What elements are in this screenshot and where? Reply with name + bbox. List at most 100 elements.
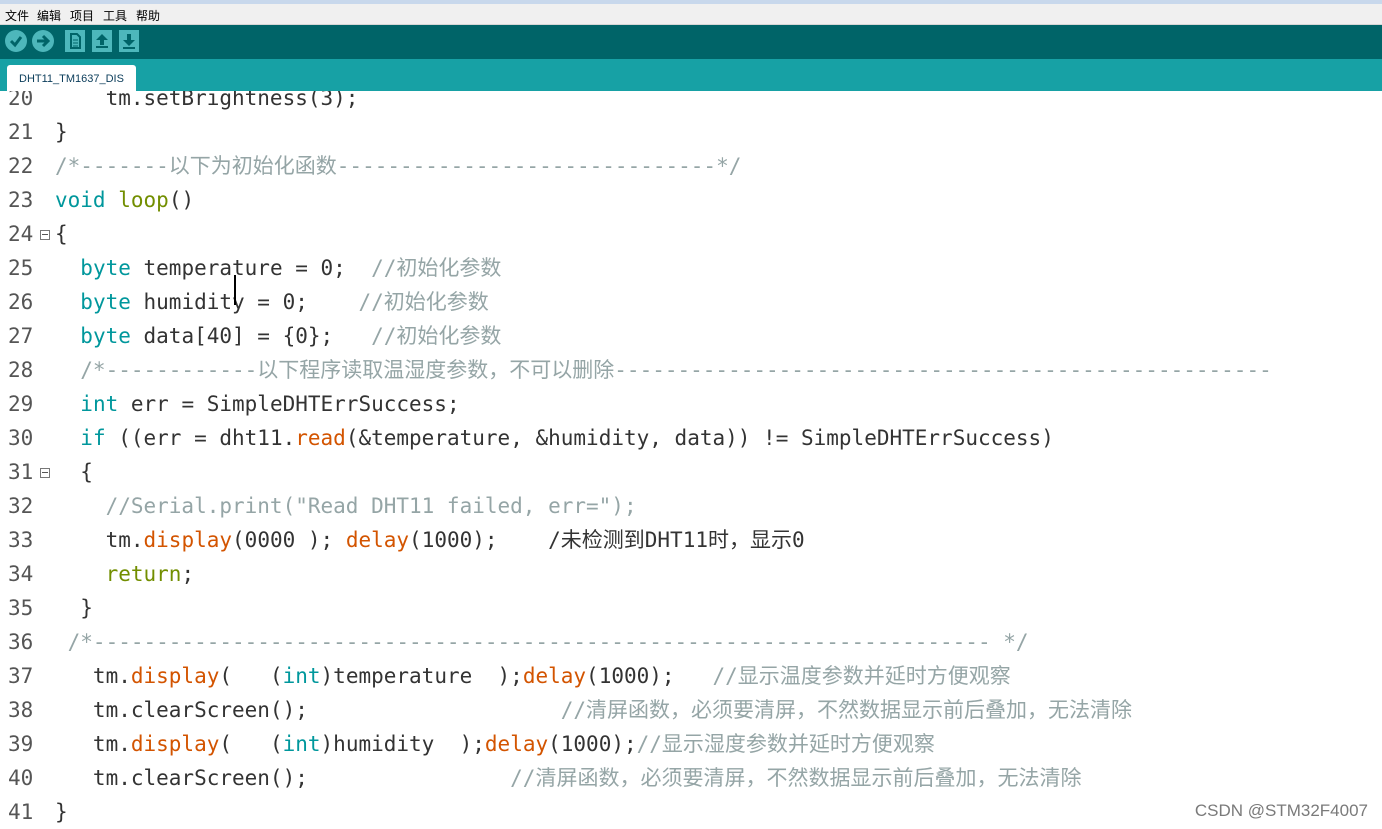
code-token: { [55, 460, 93, 484]
code-token: //初始化参数 [371, 256, 502, 280]
code-line[interactable]: byte humidity = 0; //初始化参数 [55, 285, 489, 319]
code-line[interactable]: if ((err = dht11.read(&temperature, &hum… [55, 421, 1054, 455]
menu-edit[interactable]: 编辑 [37, 7, 61, 24]
code-line[interactable]: int err = SimpleDHTErrSuccess; [55, 387, 460, 421]
code-line[interactable]: } [55, 115, 68, 149]
code-line[interactable]: } [55, 795, 68, 829]
code-token: int [80, 392, 119, 416]
code-line[interactable]: tm.display( (int)temperature );delay(100… [55, 659, 1011, 693]
line-number: 22 [8, 154, 34, 178]
code-token: //清屏函数，必须要清屏，不然数据显示前后叠加，无法清除 [560, 698, 1133, 722]
code-line[interactable]: tm.display( (int)humidity );delay(1000);… [55, 727, 935, 761]
menu-file[interactable]: 文件 [5, 7, 29, 24]
verify-button[interactable] [5, 30, 27, 52]
code-token: //显示温度参数并延时方便观察 [712, 664, 1011, 688]
line-number: 33 [8, 528, 34, 552]
code-token: )humidity ); [320, 732, 485, 756]
code-token: (&temperature, &humidity, data)) != Simp… [345, 426, 1054, 450]
code-token: (1000); [548, 732, 637, 756]
new-button[interactable] [65, 30, 85, 52]
code-line[interactable]: return; [55, 557, 195, 591]
code-line[interactable]: } [55, 591, 93, 625]
code-token: tm. [55, 732, 131, 756]
check-icon [9, 36, 23, 48]
code-token: tm. [55, 528, 144, 552]
code-line[interactable]: //Serial.print("Read DHT11 failed, err="… [55, 489, 637, 523]
tab-dht11-tm1637-dis[interactable]: DHT11_TM1637_DIS [7, 65, 136, 91]
code-token: tm.setBrightness(3); [55, 91, 359, 110]
code-line[interactable]: /*--------------------------------------… [55, 625, 1029, 659]
line-number: 39 [8, 732, 34, 756]
code-token: display [130, 664, 220, 688]
line-number: 28 [8, 358, 34, 382]
code-token: delay [484, 732, 549, 756]
code-token: delay [522, 664, 587, 688]
code-line[interactable]: /*------------以下程序读取温湿度参数，不可以删除---------… [55, 353, 1271, 387]
code-line[interactable]: tm.clearScreen(); //清屏函数，必须要清屏，不然数据显示前后叠… [55, 693, 1132, 727]
code-line[interactable]: { [55, 217, 68, 251]
code-line[interactable]: tm.setBrightness(3); [55, 91, 359, 115]
code-token: ( ( [219, 732, 283, 756]
code-token: display [143, 528, 233, 552]
line-number-gutter: 20 21 22 23 24 25 26 27 28 29 30 31 32 33 34 35 36 37 38 39… [0, 91, 52, 829]
code-token: display [130, 732, 220, 756]
line-number: 27 [8, 324, 34, 348]
code-token: return [105, 562, 182, 586]
arrow-right-icon [37, 34, 51, 48]
code-token: if [80, 426, 106, 450]
line-number: 20 [8, 91, 34, 110]
code-token: tm.clearScreen(); [55, 766, 511, 790]
code-token: tm. [55, 664, 131, 688]
toolbar [0, 25, 1382, 59]
upload-button[interactable] [32, 30, 54, 52]
fold-toggle-icon[interactable] [40, 230, 50, 240]
code-line[interactable]: byte temperature = 0; //初始化参数 [55, 251, 501, 285]
line-number: 29 [8, 392, 34, 416]
code-line[interactable]: { [55, 455, 93, 489]
line-number: 21 [8, 120, 34, 144]
code-token: read [295, 426, 346, 450]
code-line[interactable]: void loop() [55, 183, 194, 217]
watermark: CSDN @STM32F4007 [1194, 801, 1368, 820]
code-token: (0000 ); [232, 528, 346, 552]
line-number: 23 [8, 188, 34, 212]
code-token: () [168, 188, 195, 212]
code-editor[interactable]: 20 21 22 23 24 25 26 27 28 29 30 31 32 33 34 35 36 37 38 39… [0, 91, 1382, 829]
code-token: void [55, 188, 106, 212]
menu-tools[interactable]: 工具 [103, 7, 127, 24]
line-number: 38 [8, 698, 34, 722]
line-number: 40 [8, 766, 34, 790]
menu-help[interactable]: 帮助 [136, 7, 160, 24]
code-token: ( ( [219, 664, 283, 688]
line-number: 34 [8, 562, 34, 586]
code-token: ; [181, 562, 195, 586]
fold-toggle-icon[interactable] [40, 468, 50, 478]
code-token: //清屏函数，必须要清屏，不然数据显示前后叠加，无法清除 [510, 766, 1082, 790]
new-file-icon [70, 33, 81, 49]
code-token: humidity = 0; [130, 290, 359, 314]
menu-sketch[interactable]: 项目 [70, 7, 94, 24]
code-line[interactable]: /*-------以下为初始化函数-----------------------… [55, 149, 741, 183]
code-token: } [55, 120, 68, 144]
code-token: (1000); [409, 528, 549, 552]
code-token: err = SimpleDHTErrSuccess; [118, 392, 460, 416]
code-line[interactable]: tm.display(0000 ); delay(1000); /未检测到DHT… [55, 523, 805, 557]
code-token: { [55, 222, 68, 246]
line-number: 32 [8, 494, 34, 518]
line-number: 24 [8, 222, 34, 246]
code-token: } [55, 800, 68, 824]
save-button[interactable] [119, 30, 139, 52]
code-token: //初始化参数 [371, 324, 502, 348]
open-button[interactable] [92, 30, 112, 52]
code-token: } [55, 596, 93, 620]
code-line[interactable]: byte data[40] = {0}; //初始化参数 [55, 319, 501, 353]
code-token: //初始化参数 [358, 290, 489, 314]
line-number: 36 [8, 630, 34, 654]
code-token: delay [345, 528, 410, 552]
code-line[interactable]: tm.clearScreen(); //清屏函数，必须要清屏，不然数据显示前后叠… [55, 761, 1082, 795]
code-token: /*--------------------------------------… [55, 630, 1029, 654]
